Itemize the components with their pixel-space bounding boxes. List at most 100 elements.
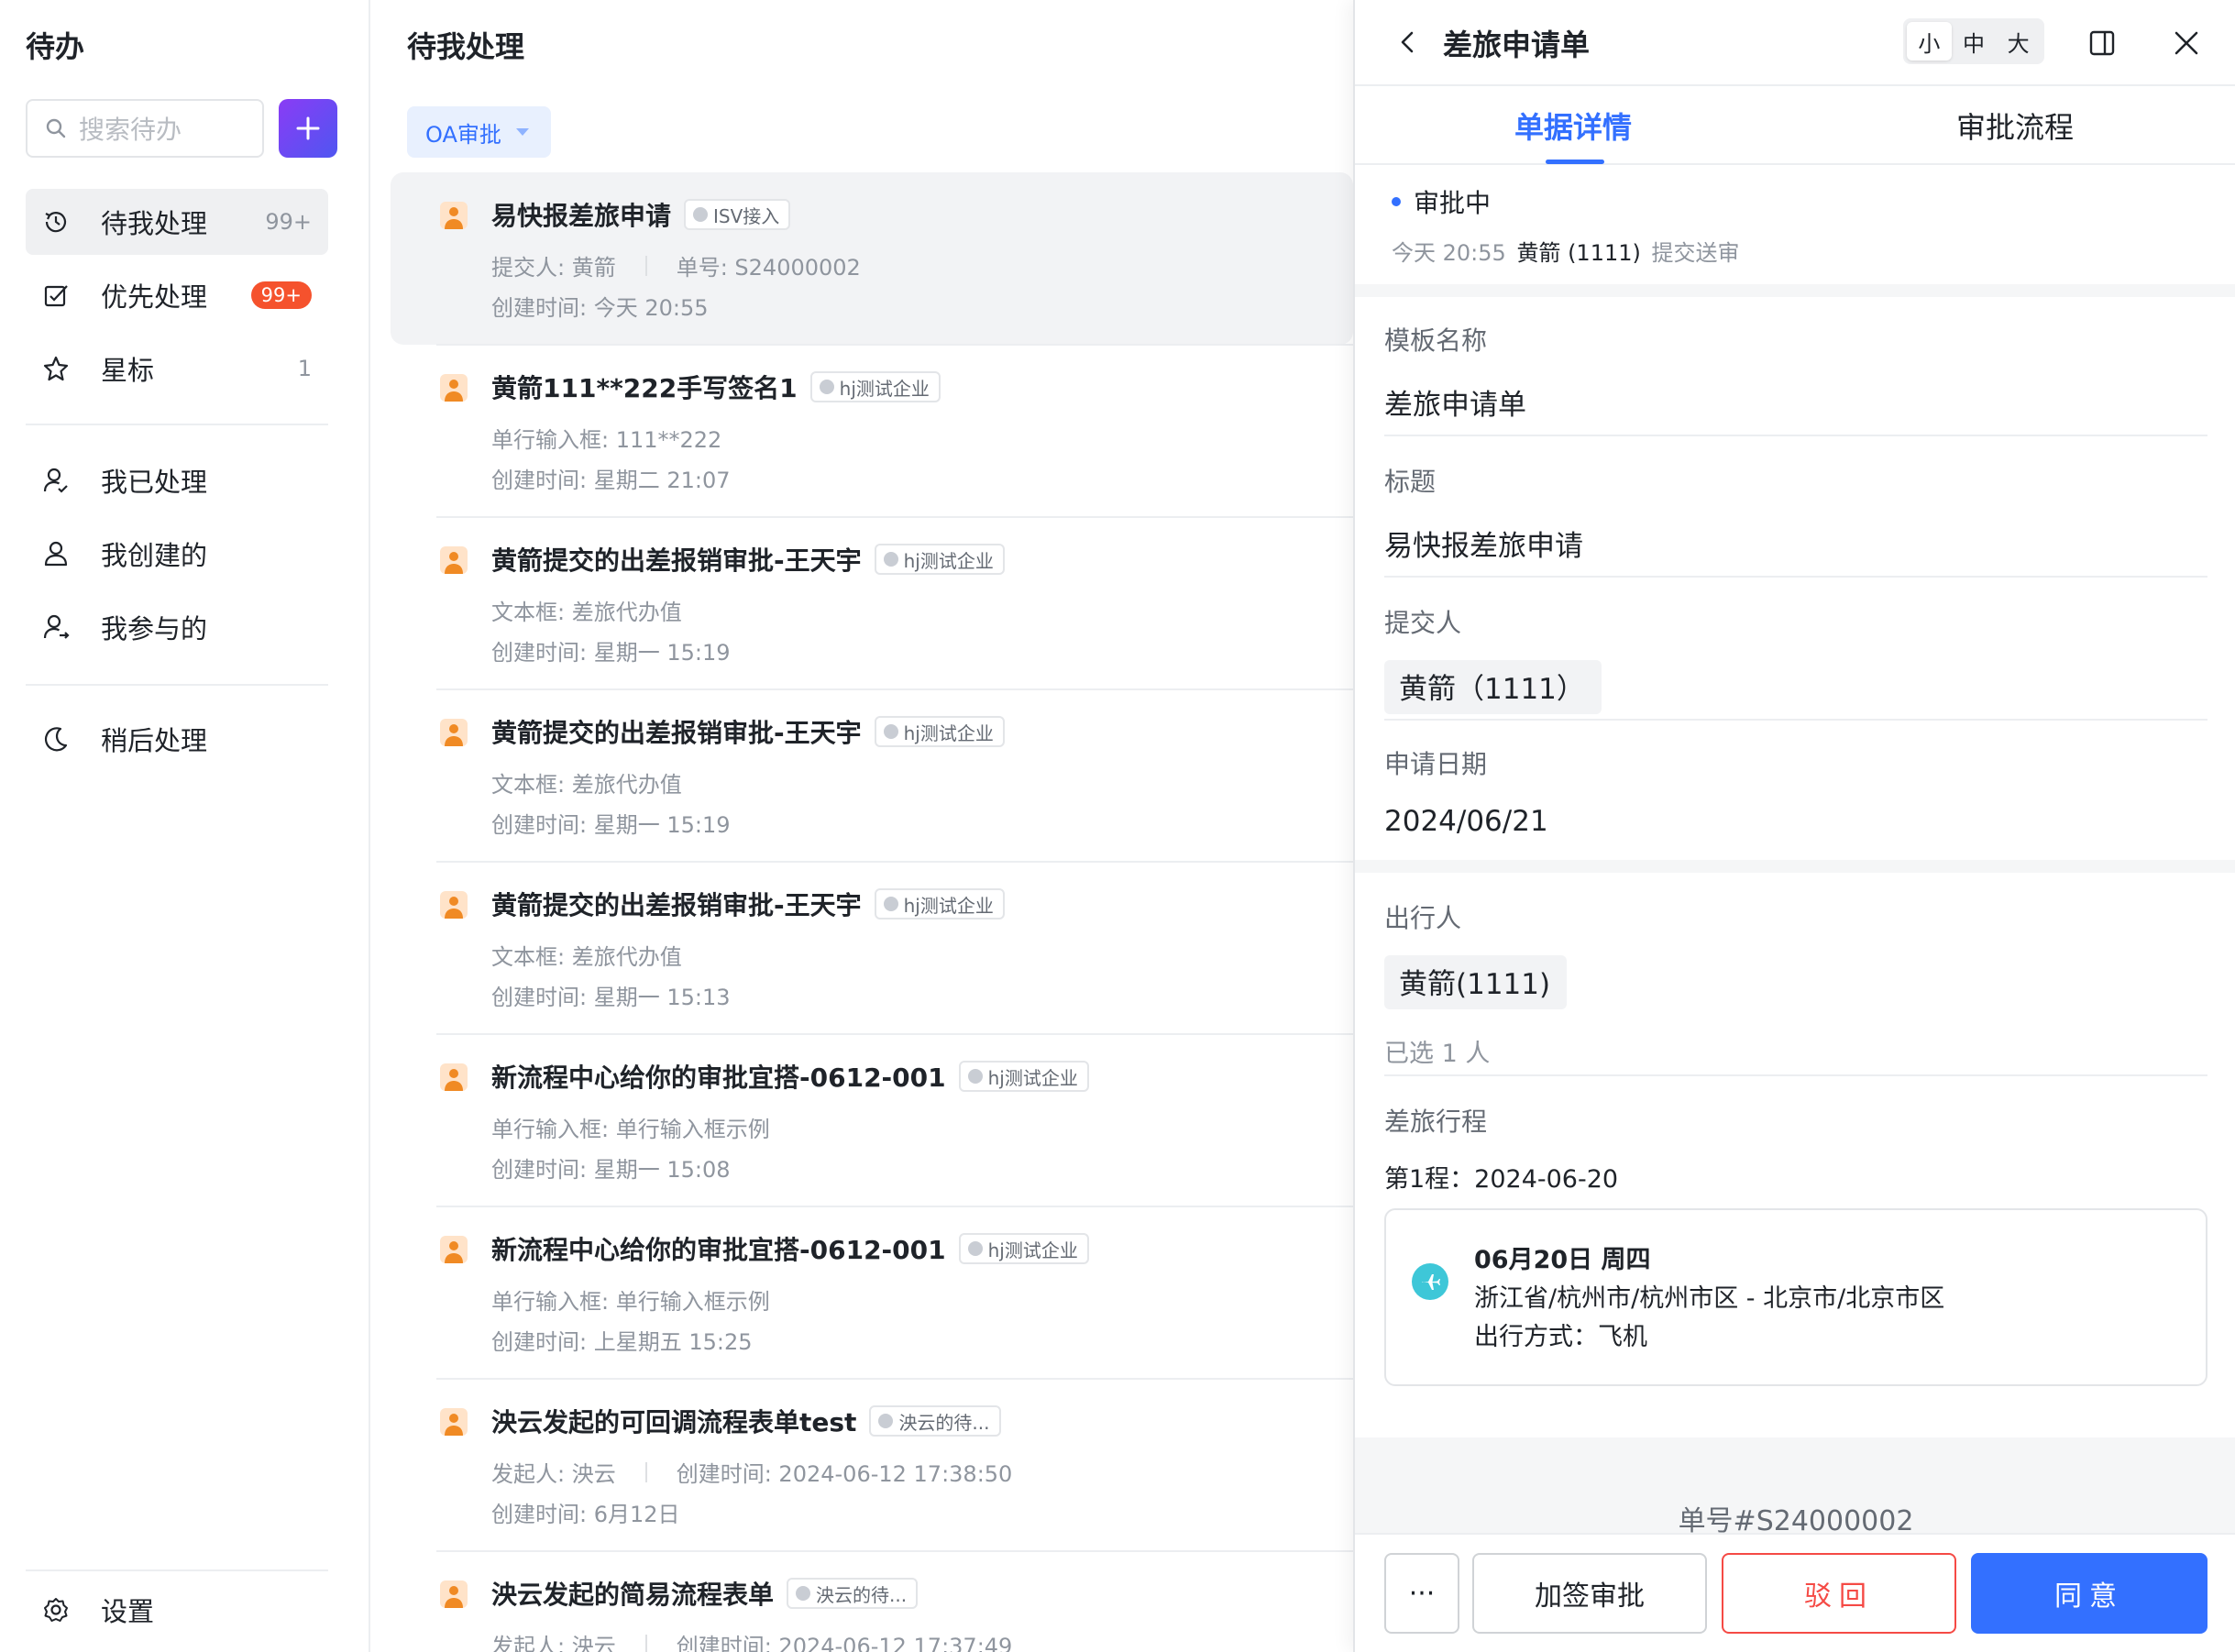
source-tag: hj测试企业 [958, 1233, 1089, 1264]
star-icon [40, 353, 72, 384]
divider [1384, 435, 2207, 436]
field-label: 差旅行程 [1384, 1107, 1488, 1137]
item-title-row: 泱云发起的简易流程表单 泱云的待... [491, 1575, 919, 1612]
item-title: 黄箭提交的出差报销审批-王天宇 [491, 545, 862, 576]
sidebar-item-later[interactable]: 稍后处理 [26, 706, 328, 772]
settings-button[interactable]: 设置 [26, 1577, 328, 1643]
item-meta-primary: 文本框: 差旅代办值 [491, 772, 682, 798]
source-tag: hj测试企业 [809, 371, 941, 402]
item-meta-primary: 单行输入框: 111**222 [491, 427, 722, 453]
user-check-icon [40, 465, 72, 496]
caret-down-icon [515, 128, 529, 136]
approve-button[interactable]: 同意 [1971, 1553, 2207, 1634]
submit-info: 今天 20:55 黄箭 (1111) 提交送审 [1392, 235, 1740, 267]
item-created-time: 创建时间: 星期一 15:13 [491, 985, 731, 1010]
tag-dot-icon [796, 1586, 811, 1601]
filter-dropdown[interactable]: OA审批 [407, 106, 551, 158]
tag-dot-icon [883, 724, 898, 739]
sidebar-title: 待办 [26, 29, 85, 64]
size-large[interactable]: 大 [1996, 22, 2041, 61]
trip-details: 06月20日 周四 浙江省/杭州市/杭州市区 - 北京市/北京市区 出行方式：飞… [1474, 1241, 1944, 1357]
trip-card[interactable]: 06月20日 周四 浙江省/杭州市/杭州市区 - 北京市/北京市区 出行方式：飞… [1384, 1208, 2207, 1386]
field-apply-date: 申请日期 2024/06/21 [1384, 744, 2209, 838]
source-tag: hj测试企业 [874, 544, 1005, 575]
sidebar-item-done[interactable]: 我已处理 [26, 447, 328, 513]
trip-date: 06月20日 周四 [1474, 1246, 1651, 1274]
starred-count: 1 [297, 356, 312, 381]
traveler-chip[interactable]: 黄箭(1111) [1384, 955, 1568, 1009]
source-tag: 泱云的待... [787, 1578, 919, 1609]
trip-route: 浙江省/杭州市/杭州市区 - 北京市/北京市区 [1474, 1284, 1945, 1313]
section-gap [1355, 284, 2235, 297]
sidebar-item-pending[interactable]: 待我处理 99+ [26, 189, 328, 255]
sidebar-item-label: 我参与的 [101, 613, 208, 644]
item-title: 泱云发起的可回调流程表单test [491, 1407, 857, 1437]
list-item[interactable]: 泱云发起的简易流程表单 泱云的待... 发起人: 泱云 创建时间: 2024-06-1… [391, 1551, 1353, 1652]
item-meta-primary: 提交人: 黄箭 [491, 255, 616, 281]
moon-clock-icon [40, 723, 72, 754]
item-title-row: 泱云发起的可回调流程表单test 泱云的待... [491, 1403, 1001, 1439]
item-meta-primary: 发起人: 泱云 [491, 1461, 616, 1487]
trip-leg: 第1程：2024-06-20 [1384, 1165, 1619, 1194]
item-meta-secondary: 创建时间: 2024-06-12 17:38:50 [676, 1461, 1013, 1487]
add-signer-button[interactable]: 加签审批 [1472, 1553, 1707, 1634]
panel-header: 差旅申请单 小 中 大 [1355, 0, 2235, 86]
item-meta: 单行输入框: 单行输入框示例 [491, 1111, 770, 1143]
divider [26, 1569, 328, 1571]
pending-count: 99+ [265, 209, 312, 235]
item-title-row: 黄箭提交的出差报销审批-王天宇 hj测试企业 [491, 541, 1005, 578]
list-item[interactable]: 新流程中心给你的审批宜搭-0612-001 hj测试企业单行输入框: 单行输入框示… [391, 1034, 1353, 1206]
more-actions-button[interactable]: ··· [1384, 1553, 1459, 1634]
tag-label: ISV接入 [713, 204, 780, 227]
list-item[interactable]: 黄箭提交的出差报销审批-王天宇 hj测试企业 文本框: 差旅代办值 创建时间: 星期一… [391, 862, 1353, 1034]
list-item[interactable]: 新流程中心给你的审批宜搭-0612-001 hj测试企业 单行输入框: 单行输入框示… [391, 1206, 1353, 1379]
search-input[interactable]: 搜索待办 [26, 99, 264, 158]
item-title: 新流程中心给你的审批宜搭-0612-001 [491, 1063, 946, 1093]
status-dot [1392, 197, 1401, 206]
meta-separator [644, 1461, 647, 1482]
split-view-button[interactable] [2086, 28, 2118, 62]
item-meta: 文本框: 差旅代办值 [491, 594, 682, 626]
approval-avatar-icon [440, 891, 468, 919]
settings-label: 设置 [101, 1596, 155, 1627]
list-item[interactable]: 黄箭提交的出差报销审批-王天宇 hj测试企业文本框: 差旅代办值创建时间: 星期一… [391, 517, 1353, 689]
sidebar-item-starred[interactable]: 星标 1 [26, 336, 328, 402]
sidebar-item-created[interactable]: 我创建的 [26, 521, 328, 587]
item-created-time: 创建时间: 今天 20:55 [491, 295, 709, 321]
back-button[interactable] [1392, 26, 1425, 62]
item-meta: 单行输入框: 111**222 [491, 422, 721, 454]
field-traveler: 出行人 黄箭(1111) 已选 1 人 [1384, 898, 2209, 1069]
item-meta: 单行输入框: 单行输入框示例 [491, 1283, 770, 1316]
tab-approval-flow[interactable]: 审批流程 [1956, 105, 2074, 147]
tab-document-details[interactable]: 单据详情 [1514, 105, 1632, 147]
item-title-row: 易快报差旅申请 ISV接入 [491, 196, 791, 233]
tag-dot-icon [819, 380, 834, 394]
size-medium[interactable]: 中 [1952, 22, 1997, 61]
item-title-row: 新流程中心给你的审批宜搭-0612-001 hj测试企业 [491, 1058, 1089, 1095]
add-button[interactable] [279, 99, 337, 158]
divider [26, 424, 328, 425]
submitter-chip[interactable]: 黄箭（1111） [1384, 660, 1602, 714]
reject-button[interactable]: 驳回 [1722, 1553, 1956, 1634]
source-tag: hj测试企业 [958, 1061, 1089, 1092]
item-created-time: 创建时间: 星期一 15:19 [491, 640, 731, 666]
font-size-switch: 小 中 大 [1903, 18, 2044, 64]
search-icon [46, 118, 66, 138]
list-item[interactable]: 黄箭111**222手写签名1 hj测试企业 单行输入框: 111**222 创建时间… [391, 345, 1353, 517]
sidebar-item-participated[interactable]: 我参与的 [26, 594, 328, 660]
field-value: 易快报差旅申请 [1384, 530, 1583, 563]
airplane-icon [1412, 1263, 1448, 1300]
approval-avatar-icon [440, 1236, 468, 1263]
tag-dot-icon [693, 207, 709, 222]
list-item[interactable]: 黄箭提交的出差报销审批-王天宇 hj测试企业 文本框: 差旅代办值 创建时间: 星期一… [391, 689, 1353, 862]
list-item[interactable]: 易快报差旅申请 ISV接入 提交人: 黄箭 单号: S24000002 创建时间: 今天… [391, 172, 1353, 345]
item-meta: 文本框: 差旅代办值 [491, 766, 682, 798]
size-small[interactable]: 小 [1907, 22, 1952, 61]
search-placeholder: 搜索待办 [79, 115, 182, 145]
detail-panel: 差旅申请单 小 中 大 单据详情 审批流程 审批中 今天 20:55 黄箭 (1… [1353, 0, 2235, 1652]
sidebar-item-label: 待我处理 [101, 208, 208, 239]
tag-label: hj测试企业 [987, 1066, 1078, 1089]
close-button[interactable] [2171, 28, 2202, 62]
list-item[interactable]: 泱云发起的可回调流程表单test 泱云的待... 发起人: 泱云 创建时间: 2024… [391, 1379, 1353, 1551]
sidebar-item-priority[interactable]: 优先处理 99+ [26, 262, 328, 328]
